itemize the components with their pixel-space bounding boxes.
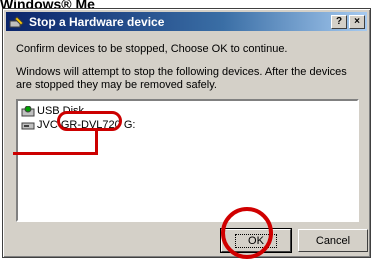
close-button[interactable]: × [349,14,365,29]
stop-hardware-dialog: Stop a Hardware device ? × Confirm devic… [2,8,371,258]
help-button[interactable]: ? [331,14,347,29]
hardware-icon [9,15,24,27]
title-bar[interactable]: Stop a Hardware device ? × [6,12,367,31]
dialog-title: Stop a Hardware device [29,14,165,29]
callout-line-horizontal [13,152,98,155]
cancel-button[interactable]: Cancel [298,229,368,252]
drive-icon [21,122,35,129]
model-highlight-callout [57,111,122,131]
jvc-suffix: G: [120,119,136,131]
usb-drive-icon [21,105,35,116]
confirm-message: Confirm devices to be stopped, Choose OK… [16,43,288,55]
info-message: Windows will attempt to stop the followi… [16,66,347,91]
ok-highlight-circle [221,207,273,259]
callout-line-vertical [95,129,98,154]
